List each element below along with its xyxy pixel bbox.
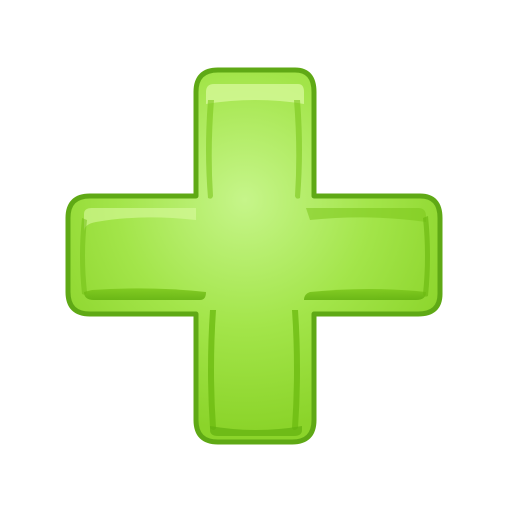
plus-icon	[65, 67, 443, 445]
plus-body	[65, 67, 443, 445]
icon-canvas	[0, 0, 512, 512]
